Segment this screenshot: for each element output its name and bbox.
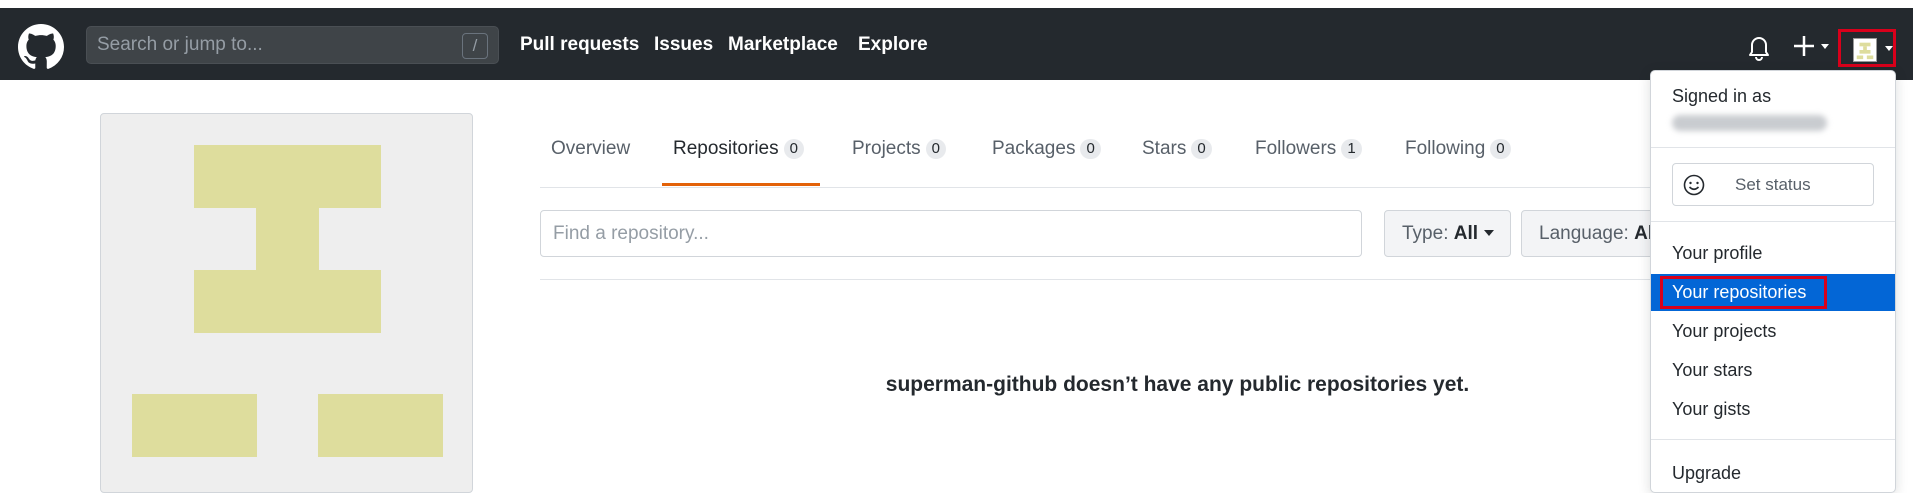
user-menu-button[interactable] [1838, 29, 1896, 67]
search-input[interactable] [87, 27, 498, 63]
profile-avatar-large [100, 113, 473, 493]
blurred-username [1672, 115, 1827, 131]
smiley-icon [1683, 174, 1705, 196]
identicon-block [256, 208, 319, 270]
tab-projects[interactable]: Projects 0 [852, 138, 946, 160]
chevron-down-icon [1885, 46, 1893, 51]
menu-your-projects[interactable]: Your projects [1651, 313, 1895, 350]
tab-following[interactable]: Following 0 [1405, 138, 1511, 160]
count-badge: 0 [783, 139, 804, 159]
tab-followers[interactable]: Followers 1 [1255, 138, 1362, 160]
global-search[interactable]: / [86, 26, 499, 64]
menu-upgrade[interactable]: Upgrade [1651, 455, 1895, 492]
tab-stars[interactable]: Stars 0 [1142, 138, 1212, 160]
empty-repositories-message: superman-github doesn’t have any public … [885, 373, 1470, 396]
nav-pull-requests[interactable]: Pull requests [520, 34, 639, 56]
chevron-down-icon [1484, 230, 1495, 236]
set-status-label: Set status [1735, 175, 1811, 194]
nav-marketplace[interactable]: Marketplace [728, 34, 838, 56]
menu-your-stars[interactable]: Your stars [1651, 352, 1895, 389]
avatar [1853, 38, 1877, 62]
count-badge: 0 [1490, 139, 1511, 159]
menu-your-repositories[interactable]: Your repositories [1651, 274, 1895, 311]
nav-explore[interactable]: Explore [858, 34, 928, 56]
identicon-block [318, 394, 443, 457]
tab-packages[interactable]: Packages 0 [992, 138, 1101, 160]
dropdown-caret [1860, 71, 1880, 80]
github-mark-icon[interactable] [18, 24, 64, 70]
identicon-block [132, 394, 257, 457]
divider [1651, 147, 1895, 148]
menu-your-profile[interactable]: Your profile [1651, 235, 1895, 272]
find-repository-field[interactable] [540, 210, 1362, 257]
set-status-button[interactable]: Set status [1672, 163, 1874, 206]
profile-tabs: Overview Repositories 0 Projects 0 Package… [540, 110, 1650, 188]
selected-tab-indicator [662, 183, 820, 186]
signed-in-label: Signed in as [1672, 86, 1772, 106]
divider [540, 279, 1650, 280]
top-header: / Pull requests Issues Marketplace Explo… [0, 8, 1913, 80]
divider [1651, 221, 1895, 222]
count-badge: 0 [925, 139, 946, 159]
count-badge: 0 [1191, 139, 1212, 159]
highlight-box [1660, 276, 1827, 309]
count-badge: 1 [1341, 139, 1362, 159]
type-filter-button[interactable]: Type: All [1384, 210, 1511, 257]
count-badge: 0 [1080, 139, 1101, 159]
window-top-strip [0, 0, 1913, 8]
tab-repositories[interactable]: Repositories 0 [673, 138, 804, 160]
divider [1651, 439, 1895, 440]
user-dropdown-menu: Signed in as Set status Your profile You… [1650, 70, 1896, 493]
nav-issues[interactable]: Issues [654, 34, 713, 56]
identicon-block [194, 270, 381, 333]
find-repository-input[interactable] [541, 211, 1361, 256]
plus-icon[interactable] [1792, 30, 1836, 62]
tab-overview[interactable]: Overview [551, 138, 630, 160]
menu-your-gists[interactable]: Your gists [1651, 391, 1895, 428]
search-shortcut-hint: / [462, 33, 488, 59]
identicon-block [194, 145, 381, 208]
bell-icon[interactable] [1745, 32, 1773, 62]
